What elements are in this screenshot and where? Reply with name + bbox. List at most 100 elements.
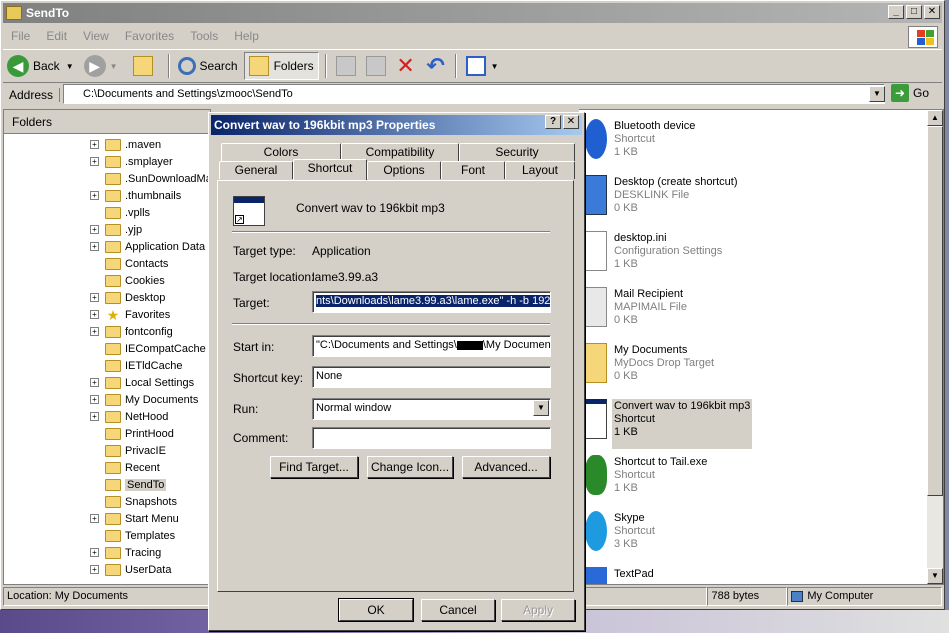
file-item[interactable]: desktop.ini Configuration Settings 1 KB <box>585 231 724 281</box>
folder-tree-item[interactable]: PrintHood <box>90 425 174 442</box>
folder-tree-item[interactable]: + fontconfig <box>90 323 173 340</box>
expand-icon[interactable]: + <box>90 242 99 251</box>
back-button[interactable]: ◀ Back ▼ <box>3 52 78 80</box>
apply-button[interactable]: Apply <box>501 599 575 621</box>
folder-tree-item[interactable]: Contacts <box>90 255 168 272</box>
run-dropdown-icon[interactable]: ▼ <box>533 400 549 416</box>
expand-icon[interactable]: + <box>90 157 99 166</box>
folder-tree-item[interactable]: + .yjp <box>90 221 142 238</box>
tab-options[interactable]: Options <box>367 161 441 179</box>
start-in-field[interactable]: "C:\Documents and Settings\ \My Documen <box>312 335 551 357</box>
dialog-close-button[interactable]: ✕ <box>563 115 579 129</box>
file-item[interactable]: Shortcut to Tail.exe Shortcut 1 KB <box>585 455 709 505</box>
expand-icon[interactable]: + <box>90 140 99 149</box>
tab-layout[interactable]: Layout <box>505 161 575 179</box>
undo-icon[interactable]: ↶ <box>426 55 446 77</box>
expand-icon[interactable]: + <box>90 293 99 302</box>
folder-tree-item[interactable]: + .maven <box>90 136 161 153</box>
copy-to-icon[interactable] <box>365 56 386 76</box>
folder-tree-item[interactable]: Recent <box>90 459 160 476</box>
folder-tree-item[interactable]: + ★ Favorites <box>90 306 170 323</box>
file-item[interactable]: My Documents MyDocs Drop Target 0 KB <box>585 343 716 393</box>
folder-tree-item[interactable]: + .thumbnails <box>90 187 181 204</box>
folder-tree-item[interactable]: + NetHood <box>90 408 168 425</box>
comment-field[interactable] <box>312 427 551 449</box>
menu-edit[interactable]: Edit <box>38 29 75 43</box>
file-item[interactable]: Mail Recipient MAPIMAIL File 0 KB <box>585 287 689 337</box>
window-titlebar[interactable]: SendTo _ □ ✕ <box>3 3 942 23</box>
search-button[interactable]: Search <box>174 52 242 80</box>
forward-dropdown-icon[interactable]: ▼ <box>110 62 118 71</box>
find-target-button[interactable]: Find Target... <box>270 456 358 478</box>
move-to-icon[interactable] <box>335 56 356 76</box>
tab-font[interactable]: Font <box>441 161 505 179</box>
tab-security[interactable]: Security <box>459 143 575 161</box>
change-icon-button[interactable]: Change Icon... <box>367 456 453 478</box>
folder-tree-item[interactable]: + .smplayer <box>90 153 173 170</box>
menu-file[interactable]: File <box>3 29 38 43</box>
forward-button[interactable]: ▶ ▼ <box>80 52 122 80</box>
up-folder-button[interactable] <box>124 52 162 80</box>
folder-tree-item[interactable]: + Local Settings <box>90 374 194 391</box>
tab-general[interactable]: General <box>219 161 293 179</box>
scroll-thumb[interactable] <box>927 126 943 496</box>
folder-tree-item[interactable]: + Desktop <box>90 289 165 306</box>
folder-tree-item[interactable]: .vplls <box>90 204 150 221</box>
folder-tree-item[interactable]: + UserData <box>90 561 171 578</box>
folder-tree-item[interactable]: + Start Menu <box>90 510 179 527</box>
folder-tree-item[interactable]: Templates <box>90 527 175 544</box>
folder-tree-item[interactable]: Cookies <box>90 272 165 289</box>
folder-tree-item[interactable]: IECompatCache <box>90 340 206 357</box>
folder-tree-item[interactable]: SendTo <box>90 476 167 493</box>
go-button[interactable]: ➜ Go <box>891 84 929 102</box>
shortcut-key-field[interactable]: None <box>312 366 551 388</box>
dialog-titlebar[interactable]: Convert wav to 196kbit mp3 Properties <box>211 115 582 135</box>
views-dropdown-icon[interactable]: ▼ <box>491 62 499 71</box>
menu-favorites[interactable]: Favorites <box>117 29 182 43</box>
file-list-scrollbar[interactable]: ▲ ▼ <box>927 110 943 584</box>
file-item[interactable]: Desktop (create shortcut) DESKLINK File 0 … <box>585 175 740 225</box>
views-icon[interactable] <box>465 56 486 76</box>
file-item[interactable]: Skype Shortcut 3 KB <box>585 511 657 561</box>
expand-icon[interactable]: + <box>90 548 99 557</box>
scroll-down-icon[interactable]: ▼ <box>927 568 943 584</box>
expand-icon[interactable]: + <box>90 327 99 336</box>
folders-button[interactable]: Folders <box>243 52 319 80</box>
run-select[interactable]: Normal window ▼ <box>312 398 551 420</box>
close-button[interactable]: ✕ <box>924 5 940 19</box>
expand-icon[interactable]: + <box>90 310 99 319</box>
maximize-button[interactable]: □ <box>906 5 922 19</box>
expand-icon[interactable]: + <box>90 514 99 523</box>
menu-help[interactable]: Help <box>226 29 267 43</box>
delete-icon[interactable]: ✕ <box>396 55 416 77</box>
file-item[interactable]: Convert wav to 196kbit mp3 Shortcut 1 KB <box>585 399 753 449</box>
folder-tree-item[interactable]: PrivacIE <box>90 442 166 459</box>
expand-icon[interactable]: + <box>90 378 99 387</box>
expand-icon[interactable]: + <box>90 225 99 234</box>
expand-icon[interactable]: + <box>90 191 99 200</box>
expand-icon[interactable]: + <box>90 412 99 421</box>
menu-view[interactable]: View <box>75 29 117 43</box>
scroll-up-icon[interactable]: ▲ <box>927 110 943 126</box>
file-item[interactable]: Bluetooth device Shortcut 1 KB <box>585 119 697 169</box>
help-button[interactable]: ? <box>545 115 561 129</box>
folder-tree-item[interactable]: .SunDownloadMa <box>90 170 210 187</box>
file-item[interactable]: TextPad <box>585 567 656 584</box>
minimize-button[interactable]: _ <box>888 5 904 19</box>
target-field[interactable]: nts\Downloads\lame3.99.a3\lame.exe" -h -… <box>312 291 551 313</box>
cancel-button[interactable]: Cancel <box>421 599 495 621</box>
advanced-button[interactable]: Advanced... <box>462 456 550 478</box>
folder-tree-item[interactable]: + Application Data <box>90 238 205 255</box>
ok-button[interactable]: OK <box>338 598 414 622</box>
expand-icon[interactable]: + <box>90 395 99 404</box>
back-dropdown-icon[interactable]: ▼ <box>66 62 74 71</box>
menu-tools[interactable]: Tools <box>182 29 226 43</box>
folder-tree-item[interactable]: + Tracing <box>90 544 161 561</box>
expand-icon[interactable]: + <box>90 565 99 574</box>
address-input[interactable]: C:\Documents and Settings\zmooc\SendTo <box>63 84 885 104</box>
folder-tree-item[interactable]: + My Documents <box>90 391 198 408</box>
address-dropdown-icon[interactable]: ▼ <box>869 86 885 102</box>
tab-shortcut[interactable]: Shortcut <box>293 159 367 180</box>
folder-tree-item[interactable]: IETldCache <box>90 357 182 374</box>
folder-tree-item[interactable]: Snapshots <box>90 493 177 510</box>
